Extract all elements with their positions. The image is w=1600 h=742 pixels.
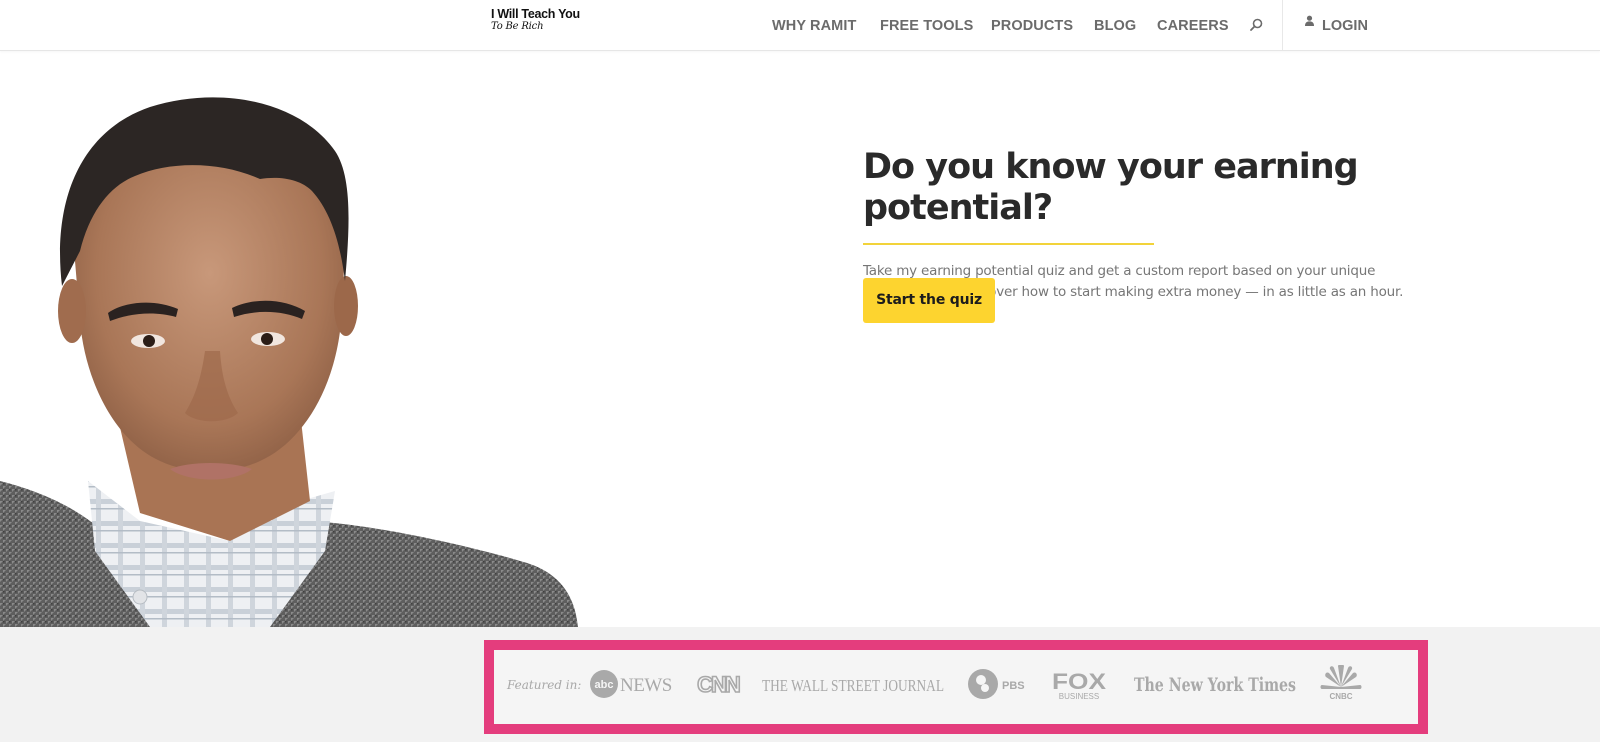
featured-label: Featured in: bbox=[507, 678, 582, 692]
hero-section: Do you know your earning potential? Take… bbox=[0, 51, 1600, 627]
business-mark-text: BUSINESS bbox=[1059, 692, 1099, 701]
start-quiz-button[interactable]: Start the quiz bbox=[863, 278, 995, 323]
search-icon[interactable] bbox=[1248, 17, 1264, 33]
pbs-logo: PBS bbox=[967, 668, 1025, 700]
fox-business-logo: FOX BUSINESS bbox=[1050, 668, 1108, 702]
fox-mark-text: FOX bbox=[1052, 669, 1106, 694]
page: I Will Teach You To Be Rich WHY RAMIT FR… bbox=[0, 0, 1600, 742]
site-logo[interactable]: I Will Teach You To Be Rich bbox=[491, 7, 591, 35]
portrait-photo bbox=[0, 97, 578, 627]
cnn-logo: CNN bbox=[694, 670, 742, 698]
nyt-logo: The New York Times bbox=[1134, 670, 1298, 698]
nyt-mark-text: The New York Times bbox=[1134, 674, 1296, 696]
logo-line-2: To Be Rich bbox=[491, 21, 544, 32]
wsj-logo: THE WALL STREET JOURNAL bbox=[762, 673, 946, 697]
nav-item-careers[interactable]: CAREERS bbox=[1157, 16, 1229, 36]
news-mark-text: NEWS bbox=[620, 675, 672, 696]
cnbc-mark-text: CNBC bbox=[1329, 692, 1352, 701]
abc-news-logo: abc NEWS bbox=[589, 668, 677, 700]
nav-item-blog[interactable]: BLOG bbox=[1094, 16, 1136, 36]
hero-headline: Do you know your earning potential? bbox=[863, 147, 1359, 228]
headline-accent-rule bbox=[863, 243, 1154, 245]
cnbc-logo: CNBC bbox=[1318, 664, 1364, 701]
abc-mark-text: abc bbox=[595, 679, 614, 691]
user-icon bbox=[1304, 14, 1315, 26]
pbs-mark-text: PBS bbox=[1002, 680, 1025, 692]
login-label: LOGIN bbox=[1322, 18, 1368, 34]
nav-item-free-tools[interactable]: FREE TOOLS bbox=[880, 16, 973, 36]
site-header: I Will Teach You To Be Rich WHY RAMIT FR… bbox=[0, 0, 1600, 51]
logo-line-1: I Will Teach You bbox=[491, 7, 580, 21]
nav-item-products[interactable]: PRODUCTS bbox=[991, 16, 1073, 36]
nav-divider bbox=[1282, 0, 1283, 50]
wsj-mark-text: THE WALL STREET JOURNAL bbox=[762, 676, 944, 695]
nav-item-why-ramit[interactable]: WHY RAMIT bbox=[772, 16, 856, 36]
cnn-mark-text: CNN bbox=[697, 672, 740, 697]
